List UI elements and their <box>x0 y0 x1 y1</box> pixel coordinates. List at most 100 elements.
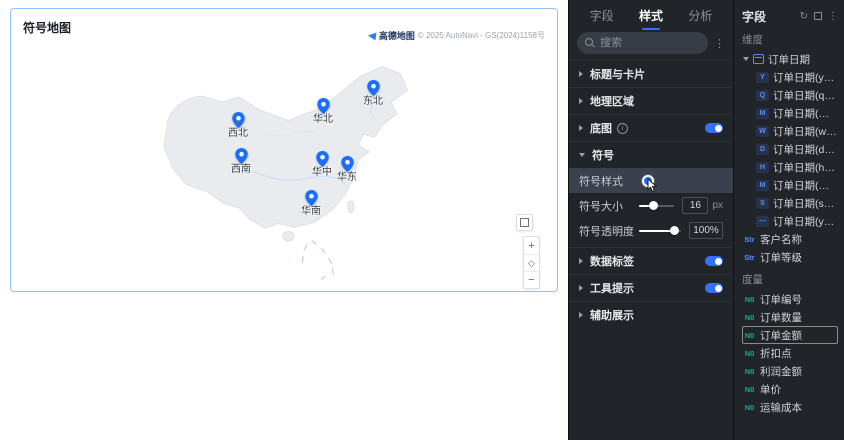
symbol-size-row: 符号大小 16 px <box>569 193 733 218</box>
fields-title: 字段 <box>742 9 767 24</box>
field-label: 订单日期(hour) <box>773 161 837 174</box>
symbol-size-input[interactable]: 16 <box>682 197 709 214</box>
locate-button[interactable]: ◇ <box>524 254 539 271</box>
tree-caret-icon[interactable] <box>743 57 749 61</box>
section-data-label[interactable]: 数据标签 <box>569 247 733 274</box>
basemap-toggle[interactable] <box>705 123 723 133</box>
field-item-hour[interactable]: H 订单日期(hour) <box>742 158 838 176</box>
date-day-icon: D <box>756 143 769 155</box>
field-group-order-date[interactable]: 订单日期 <box>742 50 838 68</box>
section-title-card[interactable]: 标题与卡片 <box>569 60 733 87</box>
date-year-icon: Y <box>756 71 769 83</box>
pin-label: 华南 <box>301 206 321 217</box>
symbol-size-unit: px <box>712 200 723 211</box>
dimension-group-label: 维度 <box>742 34 763 46</box>
field-item-customer-name[interactable]: Str 客户名称 <box>742 230 838 248</box>
field-item-order-amount[interactable]: N0 订单金额 <box>742 326 838 344</box>
refresh-icon[interactable]: ↻ <box>800 11 808 22</box>
map-pin[interactable]: 西北 <box>214 112 262 139</box>
field-item-order-number[interactable]: N0 订单编号 <box>742 290 838 308</box>
field-item-minute[interactable]: M 订单日期(minute) <box>742 176 838 194</box>
symbol-opacity-row: 符号透明度 100% <box>569 218 733 243</box>
pin-label: 西北 <box>228 128 248 139</box>
number-type-icon: N0 <box>744 402 755 412</box>
section-symbol[interactable]: 符号 <box>569 141 733 168</box>
chevron-right-icon <box>579 98 583 104</box>
tooltip-toggle[interactable] <box>705 283 723 293</box>
zoom-out-button[interactable]: − <box>524 271 539 288</box>
field-label: 订单日期(ymdhms) <box>773 215 837 228</box>
symbol-color-wrap <box>641 173 658 192</box>
pin-label: 华北 <box>313 114 333 125</box>
field-item-discount-point[interactable]: N0 折扣点 <box>742 344 838 362</box>
map-pin[interactable]: 东北 <box>349 80 397 107</box>
field-label: 运输成本 <box>760 401 802 414</box>
symbol-size-slider[interactable] <box>639 201 675 210</box>
section-label: 标题与卡片 <box>590 69 645 81</box>
tab-fields[interactable]: 字段 <box>588 1 616 30</box>
field-label: 订单日期(month) <box>773 107 837 120</box>
restore-icon <box>520 218 529 227</box>
date-minute-icon: M <box>756 179 769 191</box>
field-item-order-quantity[interactable]: N0 订单数量 <box>742 308 838 326</box>
field-label: 客户名称 <box>760 233 802 246</box>
section-tooltip[interactable]: 工具提示 <box>569 274 733 301</box>
map-pin[interactable]: 华东 <box>323 156 371 183</box>
field-label: 订单等级 <box>760 251 802 264</box>
fields-header: 字段 ↻ ⋮ <box>742 6 838 26</box>
search-box[interactable] <box>577 32 708 54</box>
field-item-order-level[interactable]: Str 订单等级 <box>742 248 838 266</box>
number-type-icon: N0 <box>744 384 755 394</box>
symbol-opacity-slider[interactable] <box>639 226 681 235</box>
dataset-icon[interactable] <box>814 12 822 20</box>
date-ymdhms-icon: ⋯ <box>756 215 769 227</box>
symbol-opacity-value[interactable]: 100% <box>689 222 723 239</box>
symbol-color-swatch[interactable] <box>642 174 654 187</box>
data-label-toggle[interactable] <box>705 256 723 266</box>
more-icon[interactable]: ⋮ <box>828 11 838 22</box>
section-label: 辅助展示 <box>590 310 634 322</box>
section-label: 数据标签 <box>590 256 634 268</box>
field-item-quarter[interactable]: Q 订单日期(quarter) <box>742 86 838 104</box>
map-pin[interactable]: 西南 <box>217 148 265 175</box>
field-label: 订单编号 <box>760 293 802 306</box>
field-item-week[interactable]: W 订单日期(week) <box>742 122 838 140</box>
chevron-right-icon <box>579 125 583 131</box>
symbol-map-card[interactable]: 符号地图 东北 华北 西北 西南 华中 华东 华南 高德地图 © 2025 Au… <box>10 8 558 292</box>
section-aux-display[interactable]: 辅助展示 <box>569 301 733 328</box>
field-label: 订单日期(second) <box>773 197 837 210</box>
map-restore-button[interactable] <box>516 214 533 231</box>
dashboard-canvas: 符号地图 东北 华北 西北 西南 华中 华东 华南 高德地图 © 2025 Au… <box>0 0 568 440</box>
app-window: 符号地图 东北 华北 西北 西南 华中 华东 华南 高德地图 © 2025 Au… <box>0 0 844 440</box>
field-label: 订单日期(day) <box>773 143 837 156</box>
symbol-section-body: 符号样式 符号大小 16 px 符号透明度 100% <box>569 168 733 247</box>
pin-label: 西南 <box>231 164 251 175</box>
field-item-second[interactable]: S 订单日期(second) <box>742 194 838 212</box>
map-pin[interactable]: 华北 <box>299 98 347 125</box>
search-input[interactable] <box>600 37 700 49</box>
symbol-style-row: 符号样式 <box>569 168 733 193</box>
field-item-day[interactable]: D 订单日期(day) <box>742 140 838 158</box>
more-icon[interactable]: ⋮ <box>714 37 725 50</box>
map-pin[interactable]: 华南 <box>287 190 335 217</box>
attribution-brand: 高德地图 <box>378 31 415 41</box>
date-month-icon: M <box>756 107 769 119</box>
string-type-icon: Str <box>744 234 755 244</box>
fields-panel: 字段 ↻ ⋮ 维度 订单日期 Y 订单日期(year) Q 订单日期(quart… <box>734 0 844 440</box>
number-type-icon: N0 <box>744 312 755 322</box>
measure-group-label: 度量 <box>742 274 763 286</box>
field-item-unit-price[interactable]: N0 单价 <box>742 380 838 398</box>
tab-analysis[interactable]: 分析 <box>686 1 714 30</box>
field-item-ymdhms[interactable]: ⋯ 订单日期(ymdhms) <box>742 212 838 230</box>
field-item-profit-amount[interactable]: N0 利润金额 <box>742 362 838 380</box>
field-item-year[interactable]: Y 订单日期(year) <box>742 68 838 86</box>
zoom-in-button[interactable]: + <box>524 237 539 254</box>
date-quarter-icon: Q <box>756 89 769 101</box>
tab-style[interactable]: 样式 <box>637 1 665 30</box>
section-basemap[interactable]: 底图 i <box>569 114 733 141</box>
field-item-shipping-cost[interactable]: N0 运输成本 <box>742 398 838 416</box>
field-item-month[interactable]: M 订单日期(month) <box>742 104 838 122</box>
calendar-icon <box>753 54 764 64</box>
section-geo-area[interactable]: 地理区域 <box>569 87 733 114</box>
attribution-text: © 2025 AutoNavi - GS(2024)1158号 <box>417 31 545 40</box>
